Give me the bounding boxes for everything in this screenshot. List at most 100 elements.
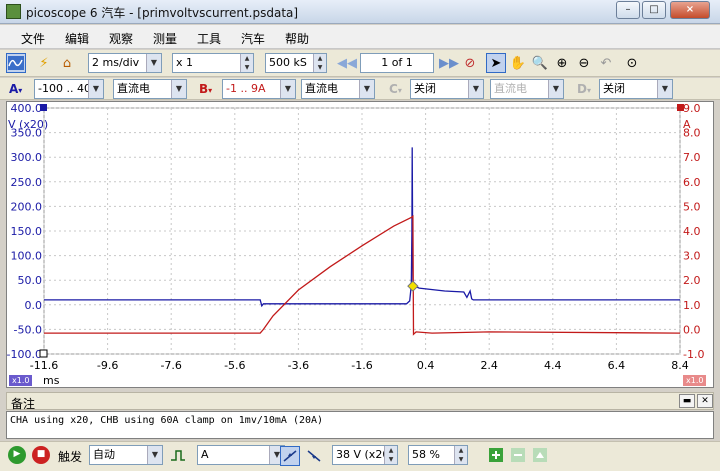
menu-file[interactable]: 文件 [21, 30, 45, 47]
channel-view-icon[interactable] [6, 53, 26, 73]
collapse-icon[interactable]: ▬ [679, 394, 695, 408]
x-axis-tick-label: 8.4 [671, 359, 689, 372]
menu-measure[interactable]: 测量 [153, 30, 177, 47]
channel-d-label: D [577, 82, 587, 96]
right-axis-tick-label: 7.0 [683, 151, 701, 164]
right-scale-badge[interactable]: x1.0 [683, 375, 707, 386]
left-axis-tick-label: 100.0 [11, 250, 43, 263]
x-axis-tick-label: -9.6 [97, 359, 118, 372]
hand-icon[interactable]: ✋ [508, 53, 528, 73]
x-axis-tick-label: -11.6 [30, 359, 58, 372]
x-axis-tick-label: 4.4 [544, 359, 562, 372]
left-scale-badge[interactable]: x1.0 [9, 375, 33, 386]
menu-auto[interactable]: 汽车 [241, 30, 265, 47]
magnifier-icon[interactable]: 🔍 [530, 53, 550, 73]
window-title: picoscope 6 汽车 - [primvoltvscurrent.psda… [26, 6, 299, 20]
close-icon[interactable]: ✕ [697, 394, 713, 408]
home-icon[interactable]: ⌂ [57, 53, 77, 73]
x-axis-tick-label: 0.4 [417, 359, 435, 372]
channel-a-label: A [9, 82, 19, 96]
x-axis-tick-label: -5.6 [224, 359, 245, 372]
notes-panel-header: 备注 ▬ ✕ [6, 392, 714, 411]
chevron-down-icon: ▼ [280, 80, 295, 98]
right-axis-tick-label: 0.0 [683, 323, 701, 336]
falling-edge-icon[interactable] [304, 446, 324, 466]
right-axis-tick-label: 3.0 [683, 250, 701, 263]
channel-a-coupling-select[interactable]: 直流电 ▼ [113, 79, 187, 99]
overview-icon[interactable]: ⊙ [622, 53, 642, 73]
remove-measurement-icon[interactable] [508, 446, 528, 466]
pre-trigger-stepper[interactable]: 58 % ▲ ▼ [408, 445, 468, 465]
threshold-stepper[interactable]: 38 V (x20) ▲ ▼ [332, 445, 398, 465]
x-axis-tick-label: -7.6 [160, 359, 181, 372]
spin-arrows-icon: ▲ ▼ [313, 54, 326, 72]
right-axis-tick-label: 9.0 [683, 102, 701, 115]
compass-icon[interactable]: ⊘ [460, 53, 480, 73]
channel-d-button[interactable]: D▾ [574, 80, 600, 98]
chevron-down-icon: ▼ [147, 446, 162, 464]
menu-tools[interactable]: 工具 [197, 30, 221, 47]
channel-a-coupling: 直流电 [117, 82, 150, 95]
channel-b-button[interactable]: B▾ [196, 80, 222, 98]
left-axis-handle [40, 104, 47, 111]
x-axis-tick-label: -1.6 [351, 359, 372, 372]
trigger-mode-select[interactable]: 自动 ▼ [89, 445, 163, 465]
add-measurement-icon[interactable] [486, 446, 506, 466]
menu-help[interactable]: 帮助 [285, 30, 309, 47]
left-axis-tick-label: 300.0 [11, 151, 43, 164]
notes-textarea[interactable]: CHA using x20, CHB using 60A clamp on 1m… [6, 411, 714, 439]
left-axis-tick-label: 150.0 [11, 225, 43, 238]
close-button[interactable]: × [670, 1, 710, 19]
channel-b-coupling-select[interactable]: 直流电 ▼ [301, 79, 375, 99]
chevron-down-icon: ▼ [171, 80, 186, 98]
channel-b-coupling: 直流电 [305, 82, 338, 95]
channel-b-range-select[interactable]: -1 .. 9A ▼ [222, 79, 296, 99]
channel-c-coupling: 直流电 [494, 82, 527, 95]
edit-measurement-icon[interactable] [530, 446, 550, 466]
x-axis-tick-label: 6.4 [608, 359, 626, 372]
pointer-icon[interactable]: ➤ [486, 53, 506, 73]
menu-view[interactable]: 观察 [109, 30, 133, 47]
first-buffer-icon[interactable]: ◀◀ [336, 53, 357, 73]
timebase-select[interactable]: 2 ms/div ▼ [88, 53, 162, 73]
channel-c-range-select[interactable]: 关闭 ▼ [410, 79, 484, 99]
app-icon [6, 4, 21, 19]
channel-d-range-select[interactable]: 关闭 ▼ [599, 79, 673, 99]
zoom-out-icon[interactable]: ⊖ [574, 53, 594, 73]
left-axis-tick-label: 250.0 [11, 176, 43, 189]
right-axis-tick-label: 1.0 [683, 299, 701, 312]
start-button[interactable]: ▶ [8, 446, 26, 464]
rising-edge-icon[interactable] [280, 446, 300, 466]
scope-view[interactable]: 400.0 350.0 300.0 250.0 200.0 150.0 100.0 50.0 0… [6, 101, 714, 388]
zoom-stepper[interactable]: x 1 ▲ ▼ [172, 53, 254, 73]
channel-c-coupling-select[interactable]: 直流电 ▼ [490, 79, 564, 99]
zoom-in-icon[interactable]: ⊕ [552, 53, 572, 73]
trigger-source-select[interactable]: A ▼ [197, 445, 285, 465]
right-axis-tick-label: 6.0 [683, 176, 701, 189]
channel-c-range: 关闭 [414, 82, 436, 95]
samples-stepper[interactable]: 500 kS ▲ ▼ [265, 53, 327, 73]
chevron-down-icon: ▼ [468, 80, 483, 98]
channel-a-range-select[interactable]: -100 .. 400V ▼ [34, 79, 104, 99]
minimize-button[interactable]: – [616, 1, 640, 19]
undo-zoom-icon[interactable]: ↶ [596, 53, 616, 73]
channel-c-button[interactable]: C▾ [386, 80, 412, 98]
spin-arrows-icon: ▲ ▼ [240, 54, 253, 72]
x-axis-tick-label: 2.4 [480, 359, 498, 372]
stop-button[interactable]: ■ [32, 446, 50, 464]
pre-trigger-value: 58 % [412, 448, 440, 461]
menu-bar: 文件 编辑 观察 测量 工具 汽车 帮助 [0, 25, 720, 49]
next-buffer-icon[interactable]: ▶▶ [438, 53, 459, 73]
maximize-button[interactable]: □ [642, 1, 666, 19]
right-axis-tick-label: 4.0 [683, 225, 701, 238]
spin-arrows-icon: ▲ ▼ [384, 446, 397, 464]
right-axis-tick-label: 5.0 [683, 200, 701, 213]
x-axis-tick-label: -3.6 [288, 359, 309, 372]
trigger-source-value: A [201, 448, 209, 461]
channel-a-button[interactable]: A▾ [6, 80, 32, 98]
x-axis-unit: ms [43, 374, 60, 387]
trigger-type-icon[interactable] [168, 446, 188, 466]
left-axis-tick-label: 400.0 [11, 102, 43, 115]
trigger-flash-icon[interactable]: ⚡ [34, 53, 54, 73]
menu-edit[interactable]: 编辑 [65, 30, 89, 47]
